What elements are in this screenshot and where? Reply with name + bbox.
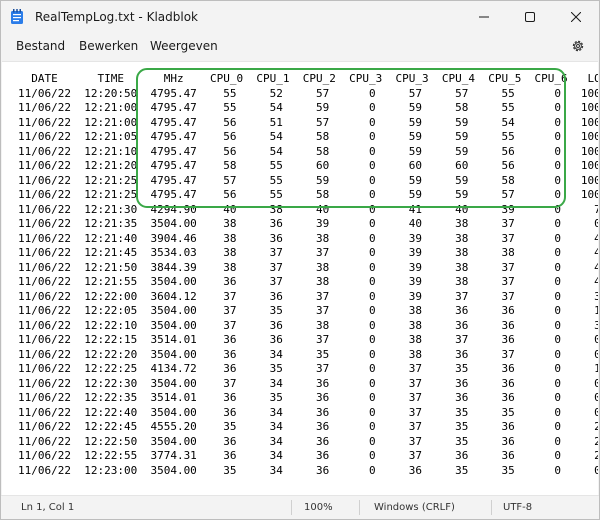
close-button[interactable] [553,1,599,33]
zoom-level: 100% [304,502,333,513]
minimize-button[interactable] [461,1,507,33]
notepad-window: RealTempLog.txt - Kladblok Bestand Bewer… [0,0,600,520]
log-line: 11/06/22 12:21:35 3504.00 38 36 39 0 40 … [18,217,598,230]
log-line: 11/06/22 12:21:20 4795.47 58 55 60 0 60 … [18,159,598,172]
log-line: 11/06/22 12:22:15 3514.01 36 36 37 0 38 … [18,333,598,346]
log-line: 11/06/22 12:22:45 4555.20 35 34 36 0 37 … [18,420,598,433]
title-bar[interactable]: RealTempLog.txt - Kladblok [1,1,599,33]
text-editor[interactable]: DATE TIME MHz CPU_0 CPU_1 CPU_2 CPU_3 CP… [2,61,598,495]
log-line: 11/06/22 12:22:25 4134.72 36 35 37 0 37 … [18,362,598,375]
log-line: 11/06/22 12:22:55 3774.31 36 34 36 0 37 … [18,449,598,462]
log-line: 11/06/22 12:22:40 3504.00 36 34 36 0 37 … [18,405,598,419]
notepad-app-icon [11,9,23,24]
settings-gear-icon[interactable] [571,39,585,53]
window-title: RealTempLog.txt - Kladblok [35,10,198,24]
close-icon [571,12,581,22]
minimize-icon [479,16,489,18]
maximize-button[interactable] [507,1,553,33]
encoding: UTF-8 [503,502,533,513]
log-line: 11/06/22 12:20:50 4795.47 55 52 57 0 57 … [18,86,598,100]
log-line: 11/06/22 12:22:30 3504.00 37 34 36 0 37 … [18,376,598,390]
log-line: 11/06/22 12:21:40 3904.46 38 36 38 0 39 … [18,231,598,245]
log-line: 11/06/22 12:23:00 3504.00 35 34 36 0 36 … [18,463,598,477]
status-bar: Ln 1, Col 1 100% Windows (CRLF) UTF-8 [1,495,599,519]
menu-edit[interactable]: Bewerken [79,39,138,53]
log-line: 11/06/22 12:21:10 4795.47 56 54 58 0 59 … [18,144,598,158]
log-line: 11/06/22 12:21:45 3534.03 38 37 37 0 39 … [18,246,598,259]
log-line: 11/06/22 12:21:30 4294.90 40 38 40 0 41 … [18,202,598,216]
log-line: 11/06/22 12:21:25 4795.47 57 55 59 0 59 … [18,173,598,187]
cursor-position: Ln 1, Col 1 [21,502,75,513]
log-line: 11/06/22 12:22:20 3504.00 36 34 35 0 38 … [18,347,598,361]
line-ending: Windows (CRLF) [374,502,455,513]
log-line: 11/06/22 12:22:50 3504.00 36 34 36 0 37 … [18,434,598,448]
log-line: 11/06/22 12:22:10 3504.00 37 36 38 0 38 … [18,318,598,332]
log-line: 11/06/22 12:22:00 3604.12 37 36 37 0 39 … [18,289,598,303]
log-header-line: DATE TIME MHz CPU_0 CPU_1 CPU_2 CPU_3 CP… [18,72,598,85]
log-line: 11/06/22 12:21:25 4795.47 56 55 58 0 59 … [18,188,598,201]
menu-file[interactable]: Bestand [16,39,65,53]
log-line: 11/06/22 12:21:05 4795.47 56 54 58 0 59 … [18,130,598,143]
menu-bar: Bestand Bewerken Weergeven [1,33,599,61]
log-line: 11/06/22 12:22:35 3514.01 36 35 36 0 37 … [18,391,598,404]
log-line: 11/06/22 12:22:05 3504.00 37 35 37 0 38 … [18,304,598,317]
log-line: 11/06/22 12:21:50 3844.39 38 37 38 0 39 … [18,260,598,274]
maximize-icon [525,12,535,22]
log-line: 11/06/22 12:21:55 3504.00 36 37 38 0 39 … [18,275,598,288]
menu-view[interactable]: Weergeven [150,39,218,53]
log-line: 11/06/22 12:21:00 4795.47 55 54 59 0 59 … [18,101,598,114]
log-line: 11/06/22 12:21:00 4795.47 56 51 57 0 59 … [18,115,598,129]
